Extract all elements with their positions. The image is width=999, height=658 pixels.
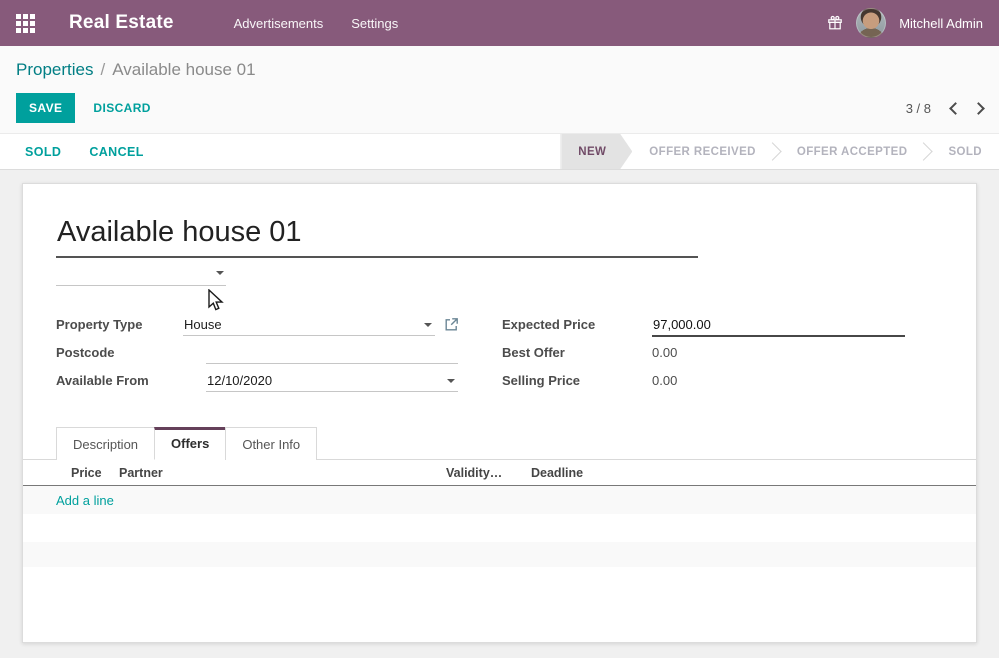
property-type-label: Property Type [56, 312, 183, 332]
tab-description[interactable]: Description [56, 427, 155, 460]
menu-advertisements[interactable]: Advertisements [232, 12, 326, 35]
available-from-label: Available From [56, 368, 206, 388]
selling-price-label: Selling Price [502, 368, 652, 388]
apps-menu-icon[interactable] [16, 14, 35, 33]
field-row-expected-price: Expected Price 97,000.00 [502, 312, 905, 340]
sold-button[interactable]: SOLD [25, 145, 61, 159]
available-from-input[interactable]: 12/10/2020 [206, 368, 458, 392]
postcode-input[interactable] [206, 340, 458, 364]
field-row-best-offer: Best Offer 0.00 [502, 340, 905, 368]
control-panel-buttons: SAVE DISCARD 3 / 8 [16, 93, 983, 123]
statusbar-action-buttons: SOLD CANCEL [25, 134, 144, 169]
best-offer-value: 0.00 [652, 340, 677, 360]
field-row-postcode: Postcode [56, 340, 459, 368]
navbar-right: Mitchell Admin [827, 8, 983, 38]
field-row-property-type: Property Type House [56, 312, 459, 340]
field-row-available-from: Available From 12/10/2020 [56, 368, 459, 396]
pager-value: 3 / 8 [906, 101, 931, 116]
stage-sold[interactable]: SOLD [931, 134, 999, 169]
top-navbar: Real Estate Advertisements Settings Mitc… [0, 0, 999, 46]
save-button[interactable]: SAVE [16, 93, 75, 123]
control-panel: Properties / Available house 01 SAVE DISCA… [0, 46, 999, 133]
statusbar: SOLD CANCEL NEW OFFER RECEIVED OFFER ACC… [0, 133, 999, 170]
stage-offer-accepted[interactable]: OFFER ACCEPTED [780, 134, 925, 169]
external-link-icon[interactable] [444, 317, 459, 332]
stage-statusbar: NEW OFFER RECEIVED OFFER ACCEPTED SOLD [560, 134, 999, 169]
stage-offer-received[interactable]: OFFER RECEIVED [632, 134, 773, 169]
field-row-selling-price: Selling Price 0.00 [502, 368, 905, 396]
sheet-inner: Available house 01 Property Type House [23, 184, 976, 396]
cancel-button[interactable]: CANCEL [89, 145, 143, 159]
best-offer-label: Best Offer [502, 340, 652, 360]
column-header-deadline[interactable]: Deadline [531, 466, 976, 480]
discard-button[interactable]: DISCARD [83, 93, 160, 123]
column-header-validity[interactable]: Validity… [446, 466, 531, 480]
field-group-right: Expected Price 97,000.00 Best Offer 0.00… [502, 312, 905, 396]
column-header-price[interactable]: Price [71, 466, 119, 480]
property-type-input[interactable]: House [183, 312, 435, 336]
caret-down-icon[interactable] [424, 323, 432, 327]
caret-down-icon[interactable] [447, 379, 455, 383]
add-a-line-link[interactable]: Add a line [56, 493, 114, 508]
breadcrumb-separator: / [100, 60, 105, 79]
offers-table-header: Price Partner Validity… Deadline [23, 460, 976, 486]
postcode-label: Postcode [56, 340, 206, 360]
tab-offers[interactable]: Offers [154, 427, 226, 460]
stage-new[interactable]: NEW [561, 134, 632, 169]
top-menu: Advertisements Settings [232, 12, 401, 35]
pager: 3 / 8 [906, 101, 983, 116]
menu-settings[interactable]: Settings [349, 12, 400, 35]
record-title-input[interactable]: Available house 01 [56, 214, 698, 258]
field-grid: Property Type House [56, 312, 943, 396]
breadcrumb-properties-link[interactable]: Properties [16, 60, 93, 79]
pager-previous-icon[interactable] [949, 102, 962, 115]
app-name[interactable]: Real Estate [69, 12, 174, 34]
notebook-tabs: Description Offers Other Info [23, 427, 976, 460]
breadcrumb: Properties / Available house 01 [16, 58, 983, 82]
tab-other-info[interactable]: Other Info [225, 427, 317, 460]
expected-price-input[interactable]: 97,000.00 [652, 312, 905, 337]
column-header-partner[interactable]: Partner [119, 466, 446, 480]
expected-price-label: Expected Price [502, 312, 652, 332]
empty-row [23, 514, 976, 542]
offers-table: Price Partner Validity… Deadline Add a l… [23, 460, 976, 567]
empty-row [23, 542, 976, 567]
breadcrumb-current: Available house 01 [112, 60, 255, 79]
content-area: Available house 01 Property Type House [0, 170, 999, 643]
gift-icon[interactable] [827, 15, 843, 31]
add-line-row: Add a line [23, 486, 976, 514]
avatar[interactable] [856, 8, 886, 38]
user-menu[interactable]: Mitchell Admin [899, 16, 983, 31]
field-group-left: Property Type House [56, 312, 459, 396]
caret-down-icon[interactable] [216, 271, 224, 275]
selling-price-value: 0.00 [652, 368, 677, 388]
tags-input[interactable] [56, 259, 226, 286]
pager-next-icon[interactable] [972, 102, 985, 115]
form-sheet: Available house 01 Property Type House [22, 183, 977, 643]
